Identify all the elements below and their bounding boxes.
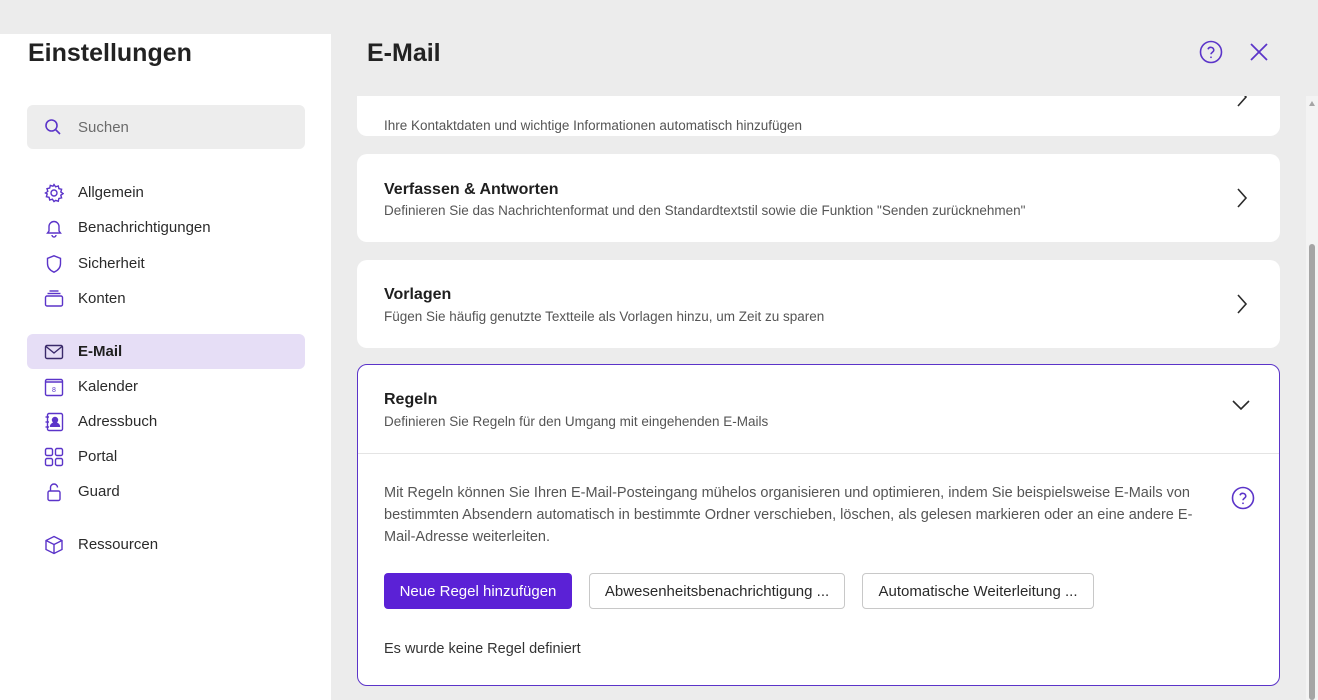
sidebar-title: Einstellungen [28, 39, 192, 67]
bell-icon [46, 220, 62, 238]
chevron-down-icon [1232, 400, 1250, 411]
mail-icon [44, 344, 64, 360]
card-title: Verfassen & Antworten [384, 181, 559, 198]
sidebar-item-label: E-Mail [78, 343, 123, 360]
sidebar-item-label: Kalender [78, 378, 139, 395]
page-title: E-Mail [367, 39, 441, 67]
sidebar-item-allgemein[interactable]: Allgemein [27, 175, 305, 210]
rules-header[interactable]: Regeln Definieren Sie Regeln für den Umg… [358, 365, 1279, 453]
calendar-day: 8 [52, 387, 56, 394]
settings-sidebar: Einstellungen Suchen Allgemein Benachric… [0, 34, 331, 700]
card-compose-reply[interactable]: Verfassen & Antworten Definieren Sie das… [357, 154, 1280, 242]
sidebar-item-ressourcen[interactable]: Ressourcen [27, 527, 305, 562]
divider [358, 453, 1279, 454]
sidebar-item-label: Ressourcen [78, 536, 159, 553]
sidebar-item-label: Guard [78, 483, 120, 500]
card-title: Vorlagen [384, 286, 452, 303]
rules-description: Mit Regeln können Sie Ihren E-Mail-Poste… [384, 485, 1193, 545]
card-description: Definieren Sie das Nachrichtenformat und… [384, 203, 1026, 218]
settings-content: Ihre Kontaktdaten und wichtige Informati… [332, 96, 1306, 700]
calendar-icon: 8 [44, 378, 64, 397]
help-circle-icon[interactable] [1199, 40, 1223, 64]
card-contact-info[interactable]: Ihre Kontaktdaten und wichtige Informati… [357, 96, 1280, 136]
gear-icon [44, 183, 64, 203]
contact-book-icon [45, 412, 64, 432]
close-icon[interactable] [1247, 40, 1271, 64]
card-description: Definieren Sie Regeln für den Umgang mit… [384, 414, 769, 429]
search-placeholder: Suchen [78, 119, 129, 136]
add-rule-button[interactable]: Neue Regel hinzufügen [384, 573, 572, 609]
grid-icon [44, 447, 64, 467]
card-description: Ihre Kontaktdaten und wichtige Informati… [384, 118, 803, 133]
absence-notification-button[interactable]: Abwesenheitsbenachrichtigung ... [589, 573, 845, 609]
card-description: Fügen Sie häufig genutzte Textteile als … [384, 309, 825, 324]
sidebar-item-label: Sicherheit [78, 255, 145, 272]
sidebar-item-benachrichtigungen[interactable]: Benachrichtigungen [27, 210, 305, 245]
sidebar-item-label: Adressbuch [78, 413, 158, 430]
sidebar-item-portal[interactable]: Portal [27, 439, 305, 474]
scrollbar-thumb[interactable] [1309, 244, 1315, 700]
auto-forward-button[interactable]: Automatische Weiterleitung ... [862, 573, 1094, 609]
sidebar-item-sicherheit[interactable]: Sicherheit [27, 246, 305, 281]
search-icon [45, 119, 61, 135]
chevron-right-icon [1237, 294, 1248, 314]
chevron-right-icon [1237, 188, 1248, 208]
card-templates[interactable]: Vorlagen Fügen Sie häufig genutzte Textt… [357, 260, 1280, 348]
sidebar-item-label: Portal [78, 448, 118, 465]
cube-icon [45, 535, 63, 555]
scrollbar[interactable] [1306, 96, 1318, 700]
sidebar-item-label: Konten [78, 290, 126, 307]
sidebar-item-konten[interactable]: Konten [27, 281, 305, 316]
card-title: Regeln [384, 391, 438, 408]
lock-icon [47, 483, 61, 502]
chevron-right-icon [1237, 96, 1248, 107]
sidebar-item-label: Benachrichtigungen [78, 219, 211, 236]
sidebar-item-email[interactable]: E-Mail [27, 334, 305, 369]
card-rules: Regeln Definieren Sie Regeln für den Umg… [357, 364, 1280, 686]
help-circle-icon[interactable] [1231, 486, 1255, 510]
search-input[interactable]: Suchen [27, 105, 305, 149]
sidebar-item-adressbuch[interactable]: Adressbuch [27, 404, 305, 439]
sidebar-item-kalender[interactable]: 8 Kalender [27, 369, 305, 404]
sidebar-item-label: Allgemein [78, 184, 144, 201]
stack-icon [44, 290, 64, 307]
sidebar-item-guard[interactable]: Guard [27, 474, 305, 509]
scroll-up-arrow-icon[interactable] [1309, 101, 1315, 106]
shield-icon [46, 255, 62, 273]
empty-rules-text: Es wurde keine Regel definiert [384, 641, 581, 657]
